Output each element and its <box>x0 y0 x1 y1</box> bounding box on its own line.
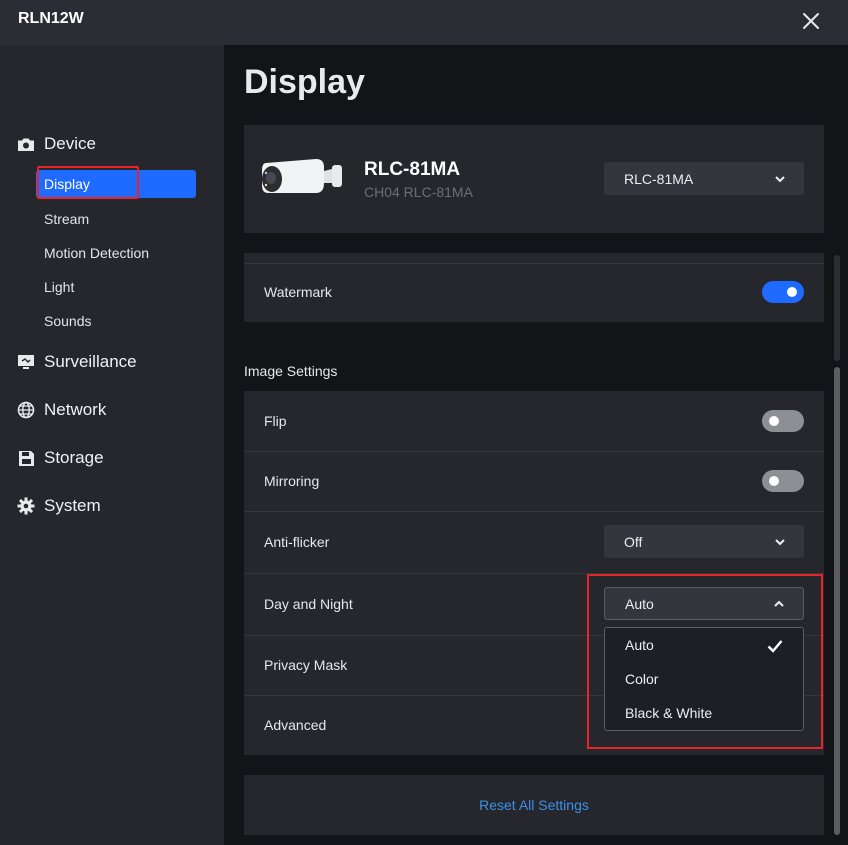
floppy-icon <box>16 448 36 468</box>
sidebar-item-system[interactable]: System <box>16 494 101 518</box>
page-title: Display <box>244 63 365 101</box>
advanced-label[interactable]: Advanced <box>264 717 326 733</box>
image-settings-heading: Image Settings <box>244 363 338 379</box>
scrollbar-thumb[interactable] <box>834 367 840 835</box>
sidebar: Device Display Stream Motion Detection L… <box>0 45 224 845</box>
globe-icon <box>16 400 36 420</box>
title-bar: RLN12W <box>0 0 848 45</box>
sidebar-item-storage[interactable]: Storage <box>16 446 104 470</box>
close-icon <box>803 13 819 29</box>
toggle-knob <box>769 476 779 486</box>
device-subtitle: CH04 RLC-81MA <box>364 184 473 200</box>
camera-thumbnail <box>262 159 342 193</box>
camera-icon <box>16 134 36 154</box>
app-title: RLN12W <box>18 10 84 27</box>
highlight-outline <box>37 166 139 199</box>
device-name: RLC-81MA <box>364 159 461 180</box>
device-selector[interactable]: RLC-81MA <box>604 162 804 195</box>
mirroring-toggle[interactable] <box>762 470 804 492</box>
divider <box>244 263 824 264</box>
monitor-icon <box>16 352 36 372</box>
sidebar-item-motion-detection[interactable]: Motion Detection <box>44 245 149 261</box>
privacy-mask-label[interactable]: Privacy Mask <box>264 657 347 673</box>
chevron-down-icon <box>775 176 785 183</box>
device-card: RLC-81MA CH04 RLC-81MA RLC-81MA <box>244 125 824 233</box>
sidebar-item-light[interactable]: Light <box>44 279 74 295</box>
watermark-label: Watermark <box>264 284 332 300</box>
sidebar-item-label: System <box>44 496 101 515</box>
main-panel: Display RLC-81MA CH04 RLC-81MA RLC-81MA … <box>224 45 848 845</box>
chevron-down-icon <box>775 539 785 546</box>
close-button[interactable] <box>798 8 824 34</box>
watermark-toggle[interactable] <box>762 281 804 303</box>
anti-flicker-value: Off <box>624 534 643 550</box>
sidebar-item-device[interactable]: Device <box>16 132 96 156</box>
sidebar-item-network[interactable]: Network <box>16 398 106 422</box>
sidebar-item-stream[interactable]: Stream <box>44 211 89 227</box>
day-night-label: Day and Night <box>264 596 353 612</box>
reset-all-settings-link[interactable]: Reset All Settings <box>244 797 824 813</box>
watermark-card: Watermark <box>244 253 824 322</box>
toggle-knob <box>787 287 797 297</box>
anti-flicker-select[interactable]: Off <box>604 525 804 558</box>
sidebar-item-label: Storage <box>44 448 104 467</box>
flip-label: Flip <box>264 413 287 429</box>
sidebar-item-label: Surveillance <box>44 352 137 371</box>
divider <box>244 451 824 452</box>
sidebar-item-sounds[interactable]: Sounds <box>44 313 91 329</box>
flip-toggle[interactable] <box>762 410 804 432</box>
gear-icon <box>16 496 36 516</box>
divider <box>244 511 824 512</box>
scrollbar-track <box>834 255 840 361</box>
highlight-outline <box>587 574 823 749</box>
sidebar-item-label: Network <box>44 400 107 419</box>
anti-flicker-label: Anti-flicker <box>264 534 330 550</box>
reset-card: Reset All Settings <box>244 775 824 835</box>
sidebar-item-surveillance[interactable]: Surveillance <box>16 350 137 374</box>
device-selector-value: RLC-81MA <box>624 171 694 187</box>
mirroring-label: Mirroring <box>264 473 320 489</box>
sidebar-item-label: Device <box>44 134 96 153</box>
toggle-knob <box>769 416 779 426</box>
